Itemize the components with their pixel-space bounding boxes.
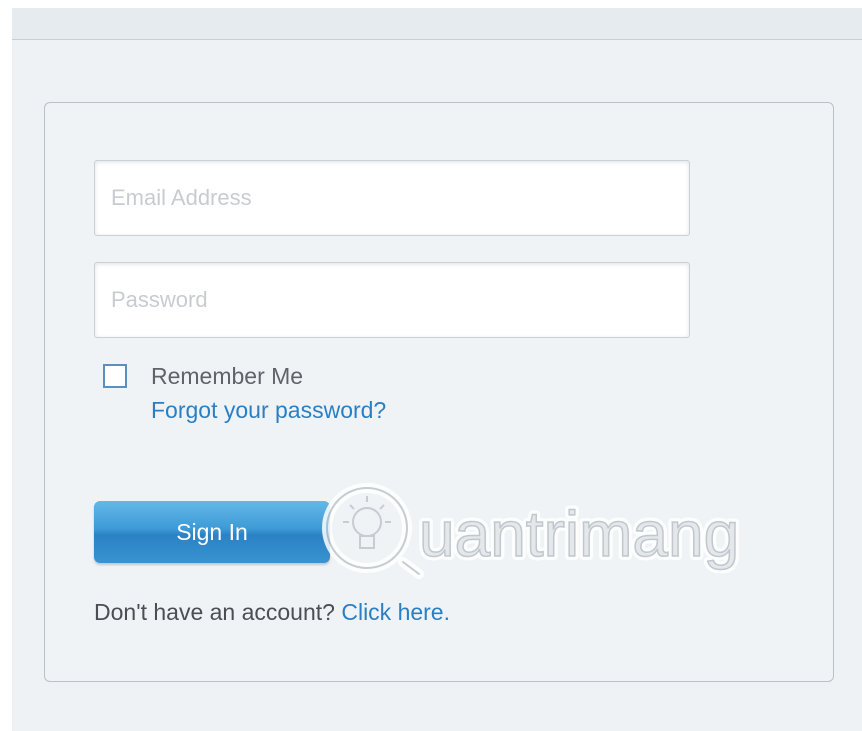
login-page: Remember Me Forgot your password? Sign I… [12, 8, 862, 731]
remember-me-option[interactable]: Remember Me [103, 361, 303, 391]
email-field[interactable] [94, 160, 690, 236]
forgot-password-link[interactable]: Forgot your password? [151, 397, 386, 424]
top-bar [12, 8, 862, 40]
remember-me-label: Remember Me [151, 362, 304, 389]
signup-prompt: Don't have an account? Click here. [94, 599, 450, 626]
login-panel: Remember Me Forgot your password? Sign I… [44, 102, 834, 682]
sign-in-button[interactable]: Sign In [94, 501, 330, 563]
remember-me-checkbox[interactable] [103, 364, 127, 388]
signup-link[interactable]: Click here. [341, 599, 450, 625]
signup-prompt-text: Don't have an account? [94, 599, 335, 625]
password-field[interactable] [94, 262, 690, 338]
